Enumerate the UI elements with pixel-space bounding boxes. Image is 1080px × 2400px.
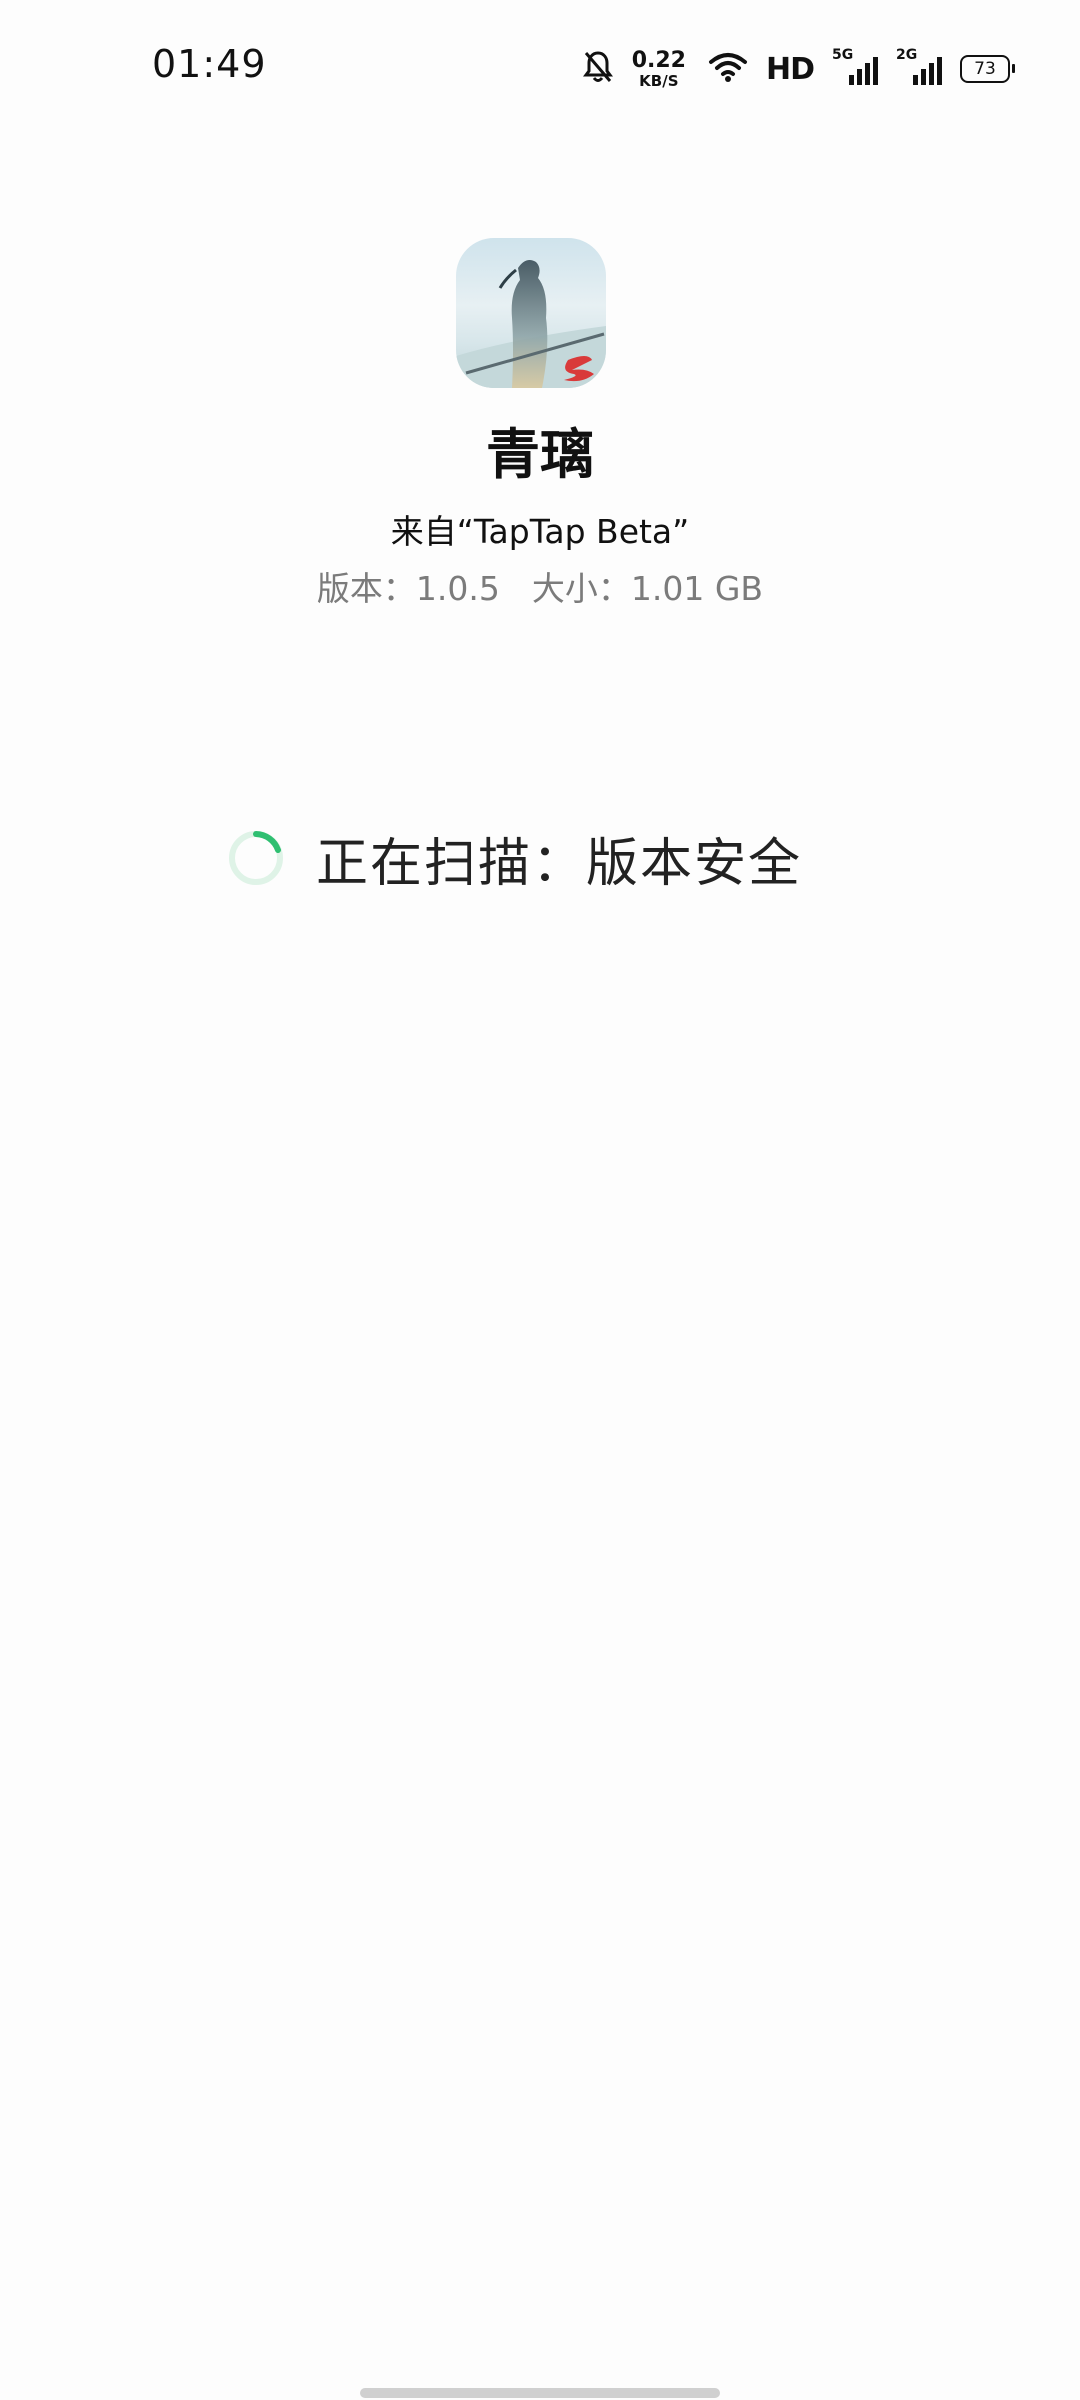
network-speed: 0.22 KB/S <box>631 47 686 90</box>
app-meta: 版本：1.0.5 大小：1.01 GB <box>0 562 1080 610</box>
wifi-icon <box>708 51 748 87</box>
app-icon <box>456 238 606 388</box>
loading-spinner-icon <box>226 828 286 888</box>
network-speed-unit: KB/S <box>639 71 679 90</box>
app-name: 青璃 <box>486 423 594 486</box>
battery-level: 73 <box>974 59 996 79</box>
bell-muted-icon <box>582 49 614 89</box>
app-version: 版本：1.0.5 <box>316 569 500 608</box>
network-speed-value: 0.22 <box>631 47 686 73</box>
installer-screen: 01:49 0.22 KB/S HD 5G 2G 73 青璃 来自“TapTap… <box>0 0 1080 2400</box>
cell-signal-icon: 5G <box>832 47 878 89</box>
app-size: 大小：1.01 GB <box>531 569 764 608</box>
cell-signal-2-icon: 2G <box>896 47 942 89</box>
scan-status-text: 正在扫描：版本安全 <box>316 833 803 894</box>
home-indicator[interactable] <box>360 2388 720 2398</box>
status-icons: 0.22 KB/S HD 5G 2G 73 <box>582 44 1015 94</box>
app-source: 来自“TapTap Beta” <box>390 512 690 551</box>
status-time: 01:49 <box>152 42 267 86</box>
battery-icon: 73 <box>960 55 1015 83</box>
status-bar: 01:49 0.22 KB/S HD 5G 2G 73 <box>0 0 1080 140</box>
hd-voice-icon: HD <box>765 51 815 87</box>
scan-status: 正在扫描：版本安全 <box>226 818 802 898</box>
